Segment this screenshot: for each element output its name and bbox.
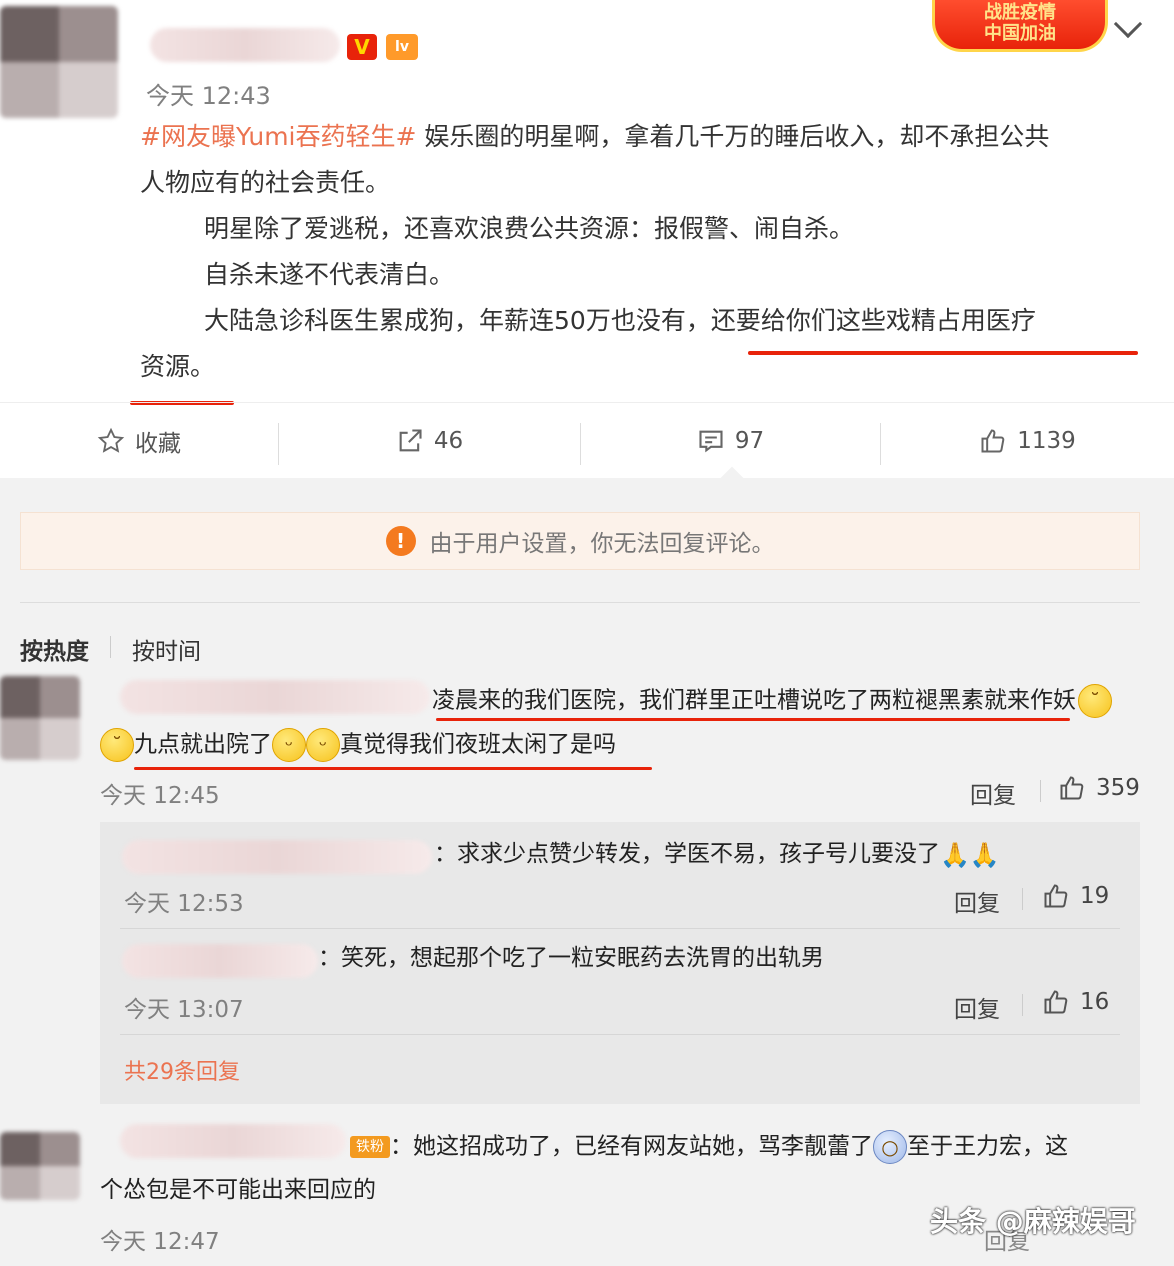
thumbs-up-icon — [981, 429, 1005, 453]
smile-emoji-icon: ᵕ — [272, 728, 306, 762]
reply-like-count: 16 — [1080, 989, 1110, 1015]
sort-divider — [110, 636, 111, 658]
reply-time: 今天 13:07 — [124, 997, 244, 1023]
level-badge: lv — [386, 34, 418, 60]
comment-text: 凌晨来的我们医院，我们群里正吐槽说吃了两粒褪黑素就来作妖 — [432, 687, 1076, 714]
repost-count: 46 — [433, 428, 464, 454]
reply-like-count: 19 — [1080, 883, 1110, 909]
reply-line: ：求求少点赞少转发，学医不易，孩子号儿要没了🙏🙏 — [434, 840, 1000, 869]
notice-text: 由于用户设置，你无法回复评论。 — [429, 531, 775, 557]
like-count: 1139 — [1017, 428, 1076, 454]
highlight-underline — [436, 718, 1070, 721]
repost-button[interactable]: 46 — [279, 403, 580, 479]
reply-like-button[interactable]: 16 — [1042, 988, 1109, 1016]
comment-icon — [699, 430, 723, 453]
comment-text: ：她这招成功了，已经有网友站她，骂李靓蕾了 — [390, 1133, 873, 1160]
sort-by-time[interactable]: 按时间 — [132, 632, 201, 666]
like-button[interactable]: 1139 — [881, 403, 1174, 479]
comment-text: 至于王力宏，这 — [907, 1133, 1068, 1160]
grin-emoji-icon: ˘ — [100, 728, 134, 762]
hashtag-link[interactable]: #网友曝Yumi吞药轻生# — [140, 122, 416, 151]
post-text-1: 娱乐圈的明星啊，拿着几千万的睡后收入，却不承担公共 — [416, 122, 1050, 151]
replier-name[interactable] — [122, 944, 318, 978]
share-icon — [399, 429, 422, 452]
grin-emoji-icon: ˘ — [1078, 684, 1112, 718]
reply-button[interactable]: 回复 — [954, 884, 1000, 918]
commenter-avatar[interactable] — [0, 676, 80, 760]
post-time: 今天 12:43 — [146, 82, 271, 110]
watermark: 头条 @麻辣娱哥 — [930, 1205, 1136, 1238]
comment-line-2: ˘ 九点就出院了 ᵕ ᵕ 真觉得我们夜班太闲了是吗 — [100, 728, 616, 762]
promo-banner[interactable]: 战胜疫情 中国加油 — [932, 0, 1108, 52]
post-line-1: #网友曝Yumi吞药轻生# 娱乐圈的明星啊，拿着几千万的睡后收入，却不承担公共 — [140, 122, 1049, 152]
comment-text: 真觉得我们夜班太闲了是吗 — [340, 731, 616, 758]
comment-line-1: 凌晨来的我们医院，我们群里正吐槽说吃了两粒褪黑素就来作妖 ˘ — [432, 684, 1112, 718]
sort-by-hot[interactable]: 按热度 — [20, 632, 89, 666]
post-line-2: 人物应有的社会责任。 — [140, 168, 391, 197]
action-divider — [1022, 888, 1023, 910]
smile-emoji-icon: ᵕ — [306, 728, 340, 762]
promo-line1: 战胜疫情 — [984, 2, 1056, 23]
post-line-5: 大陆急诊科医生累成狗，年薪连50万也没有，还要给你们这些戏精占用医疗 — [204, 306, 1036, 335]
promo-line2: 中国加油 — [984, 23, 1056, 44]
comment-text: 九点就出院了 — [134, 731, 272, 758]
comment-like-count: 359 — [1096, 775, 1140, 801]
action-divider — [1040, 780, 1041, 802]
reply-line: ：笑死，想起那个吃了一粒安眠药去洗胃的出轨男 — [318, 944, 824, 972]
comment-like-button[interactable]: 359 — [1058, 774, 1140, 802]
author-avatar[interactable] — [0, 6, 118, 118]
comment-line-1: 铁粉 ：她这招成功了，已经有网友站她，骂李靓蕾了 ○ 至于王力宏，这 — [350, 1130, 1068, 1164]
more-replies-link[interactable]: 共29条回复 — [124, 1054, 240, 1086]
highlight-underline — [748, 351, 1138, 355]
highlight-underline — [134, 767, 652, 770]
reply-text: ：求求少点赞少转发，学医不易，孩子号儿要没了 — [434, 841, 940, 867]
comment-time: 今天 12:47 — [100, 1229, 220, 1255]
author-name[interactable] — [150, 28, 340, 62]
commenter-name[interactable] — [120, 680, 430, 714]
divider — [20, 602, 1140, 603]
commenter-name[interactable] — [120, 1124, 346, 1158]
post-line-6: 资源。 — [140, 352, 216, 381]
star-icon — [97, 427, 125, 453]
pray-emoji-icon: 🙏🙏 — [940, 840, 1000, 869]
reply-divider — [120, 928, 1120, 929]
verified-badge: V — [347, 34, 377, 60]
comment-count: 97 — [734, 428, 765, 454]
thumbs-up-icon — [1044, 990, 1068, 1014]
favorite-label: 收藏 — [135, 431, 181, 457]
post-toolbar: 收藏 46 97 1139 — [0, 402, 1174, 478]
post-line-4: 自杀未遂不代表清白。 — [204, 260, 455, 289]
favorite-button[interactable]: 收藏 — [0, 403, 278, 479]
thumbs-up-icon — [1044, 884, 1068, 908]
commenter-avatar[interactable] — [0, 1132, 80, 1200]
action-divider — [1022, 994, 1023, 1016]
post-line-3: 明星除了爱逃税，还喜欢浪费公共资源：报假警、闹自杀。 — [204, 214, 855, 243]
shocked-emoji-icon: ○ — [873, 1130, 907, 1164]
warning-icon: ! — [385, 526, 416, 556]
reply-restriction-notice: ! 由于用户设置，你无法回复评论。 — [20, 512, 1140, 570]
chevron-down-icon[interactable] — [1113, 9, 1143, 39]
reply-text: ：笑死，想起那个吃了一粒安眠药去洗胃的出轨男 — [318, 945, 824, 971]
reply-like-button[interactable]: 19 — [1042, 882, 1109, 910]
reply-button[interactable]: 回复 — [954, 990, 1000, 1024]
replier-name[interactable] — [122, 840, 432, 874]
comment-time: 今天 12:45 — [100, 783, 220, 809]
comment-line-2: 个怂包是不可能出来回应的 — [100, 1177, 376, 1203]
weibo-post: V lv 今天 12:43 战胜疫情 中国加油 #网友曝Yumi吞药轻生# 娱乐… — [0, 0, 1174, 478]
reply-time: 今天 12:53 — [124, 891, 244, 917]
reply-button[interactable]: 回复 — [970, 776, 1016, 810]
thumbs-up-icon — [1060, 776, 1084, 800]
fan-badge: 铁粉 — [350, 1136, 390, 1158]
reply-divider — [120, 1034, 1120, 1035]
